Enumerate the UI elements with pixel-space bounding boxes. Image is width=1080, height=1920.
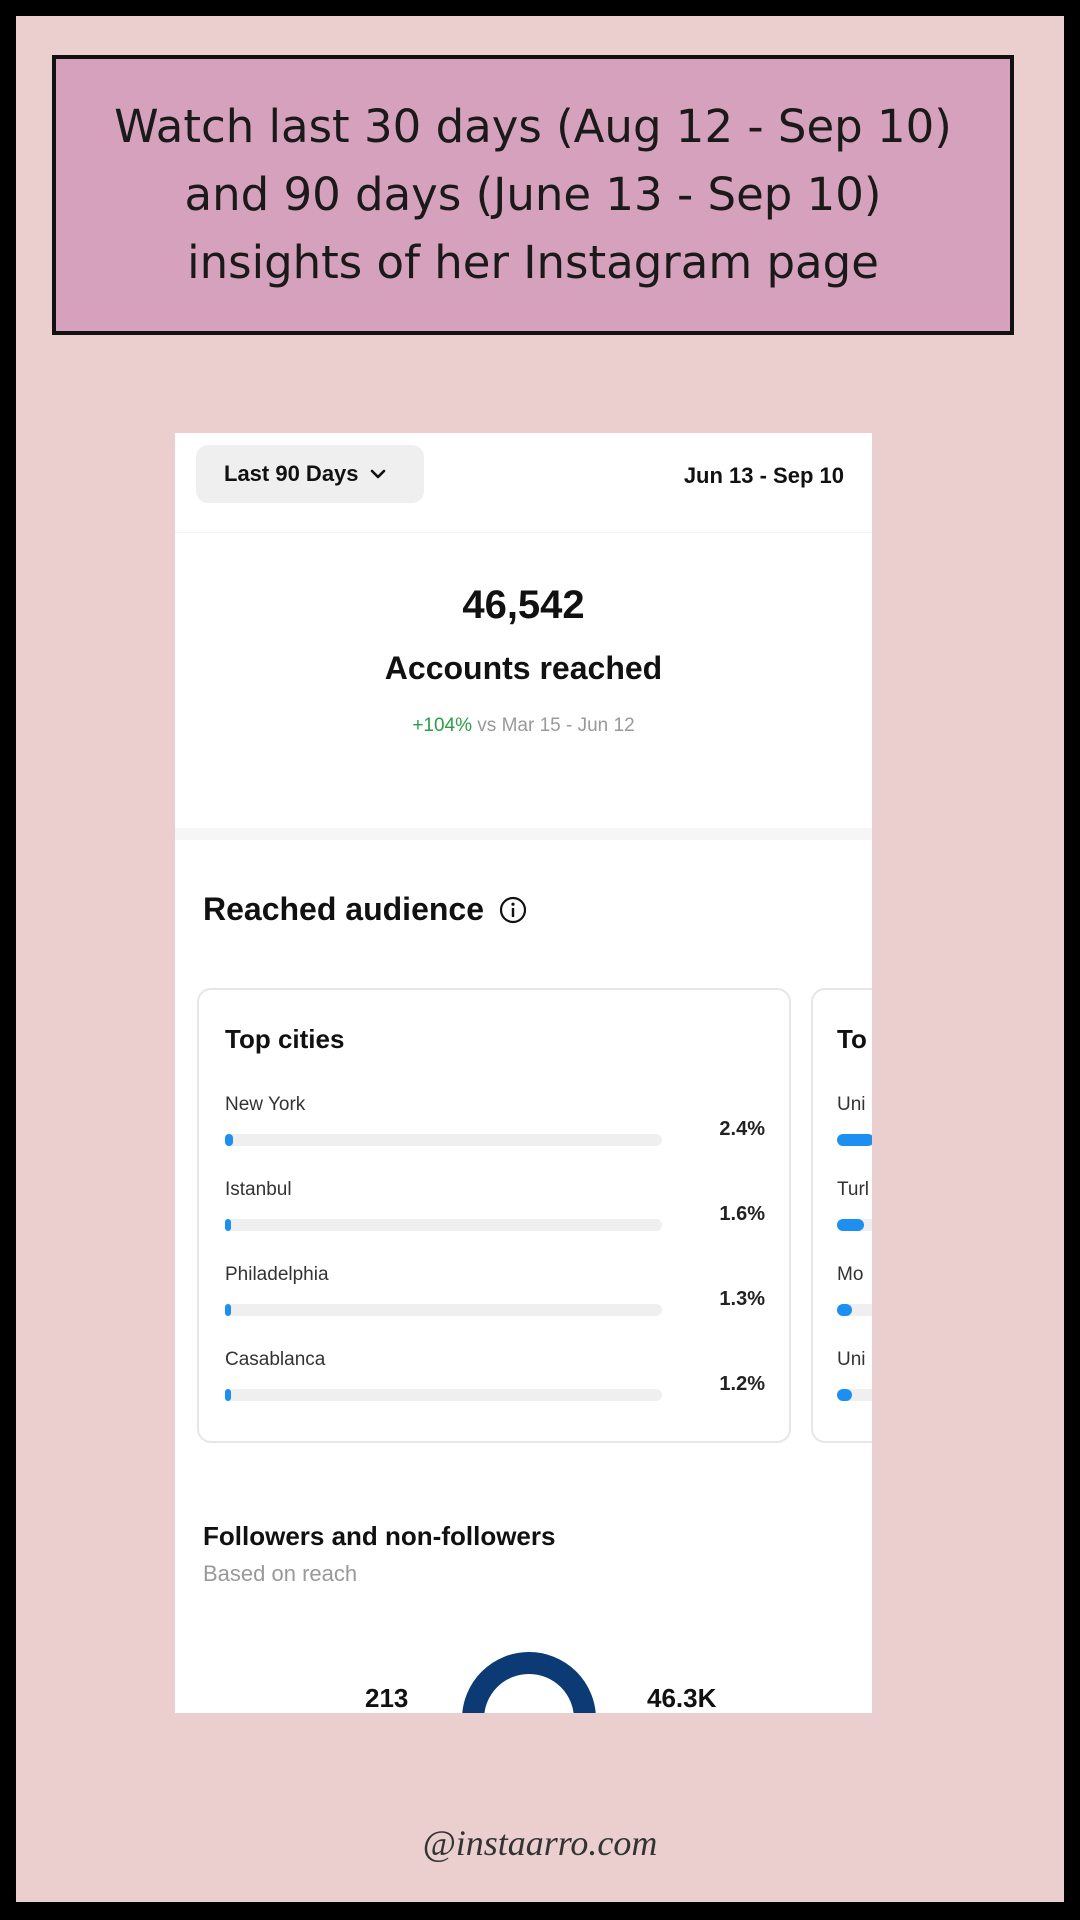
followers-section-title: Followers and non-followers — [203, 1521, 556, 1551]
country-row: Turl — [837, 1179, 872, 1249]
top-bar: Last 90 Days Jun 13 - Sep 10 — [175, 433, 872, 533]
reached-audience-title: Reached audience — [203, 891, 484, 927]
city-bar-track — [225, 1389, 662, 1401]
country-bar-track — [837, 1304, 872, 1316]
country-bar-fill — [837, 1219, 864, 1231]
reach-delta-period: vs Mar 15 - Jun 12 — [472, 715, 635, 736]
city-name: Philadelphia — [225, 1264, 329, 1285]
city-bar-track — [225, 1134, 662, 1146]
city-bar-fill — [225, 1134, 233, 1146]
chevron-down-icon — [370, 469, 385, 479]
country-bar-track — [837, 1389, 872, 1401]
city-bar-track — [225, 1219, 662, 1231]
city-bar-track — [225, 1304, 662, 1316]
country-name: Mo — [837, 1264, 864, 1285]
watermark-text: @instaarro.com — [422, 1823, 658, 1863]
country-bar-track — [837, 1219, 872, 1231]
city-percent: 1.3% — [719, 1288, 765, 1310]
info-icon[interactable] — [498, 895, 528, 925]
reached-audience-heading: Reached audience — [203, 891, 528, 928]
city-bar-fill — [225, 1389, 231, 1401]
accounts-reached-summary: 46,542 Accounts reached +104% vs Mar 15 … — [175, 583, 872, 737]
country-bar-fill — [837, 1134, 872, 1146]
city-name: New York — [225, 1094, 306, 1115]
top-cities-title: Top cities — [225, 1024, 345, 1054]
city-row: New York 2.4% — [225, 1094, 765, 1164]
top-cities-card[interactable]: Top cities New York 2.4% Istanbul 1.6% P… — [197, 988, 791, 1443]
date-range-text: Jun 13 - Sep 10 — [683, 463, 844, 488]
reach-delta-percent: +104% — [412, 715, 473, 736]
country-row: Mo — [837, 1264, 872, 1334]
country-bar-track — [837, 1134, 872, 1146]
followers-section-subtitle: Based on reach — [203, 1561, 358, 1586]
top-countries-card[interactable]: To Uni Turl Mo Uni — [811, 988, 872, 1443]
section-divider — [175, 828, 872, 840]
city-percent: 1.6% — [719, 1203, 765, 1225]
country-row: Uni — [837, 1094, 872, 1164]
city-row: Casablanca 1.2% — [225, 1349, 765, 1419]
country-bar-fill — [837, 1389, 852, 1401]
top-countries-title: To — [837, 1024, 867, 1054]
insights-screen: Last 90 Days Jun 13 - Sep 10 46,542 Acco… — [175, 433, 872, 1713]
country-name: Turl — [837, 1179, 870, 1200]
city-bar-fill — [225, 1304, 231, 1316]
country-name: Uni — [837, 1349, 866, 1370]
country-name: Uni — [837, 1094, 866, 1115]
accounts-reached-value: 46,542 — [462, 583, 585, 627]
date-range-dropdown-label: Last 90 Days — [224, 461, 359, 486]
non-followers-value: 46.3K — [647, 1683, 717, 1713]
city-bar-fill — [225, 1219, 231, 1231]
city-name: Istanbul — [225, 1179, 292, 1200]
city-percent: 1.2% — [719, 1373, 765, 1395]
banner-text: Watch last 30 days (Aug 12 - Sep 10) and… — [114, 100, 952, 289]
reach-comparison: +104% vs Mar 15 - Jun 12 — [175, 715, 872, 737]
followers-value: 213 — [365, 1683, 409, 1713]
accounts-reached-label: Accounts reached — [384, 650, 663, 686]
donut-ring — [462, 1652, 596, 1713]
date-range-dropdown[interactable]: Last 90 Days — [196, 445, 424, 503]
country-row: Uni — [837, 1349, 872, 1419]
city-name: Casablanca — [225, 1349, 326, 1370]
city-row: Philadelphia 1.3% — [225, 1264, 765, 1334]
country-bar-fill — [837, 1304, 852, 1316]
city-row: Istanbul 1.6% — [225, 1179, 765, 1249]
followers-donut-chart — [462, 1652, 596, 1713]
city-percent: 2.4% — [719, 1118, 765, 1140]
title-banner: Watch last 30 days (Aug 12 - Sep 10) and… — [52, 55, 1014, 335]
